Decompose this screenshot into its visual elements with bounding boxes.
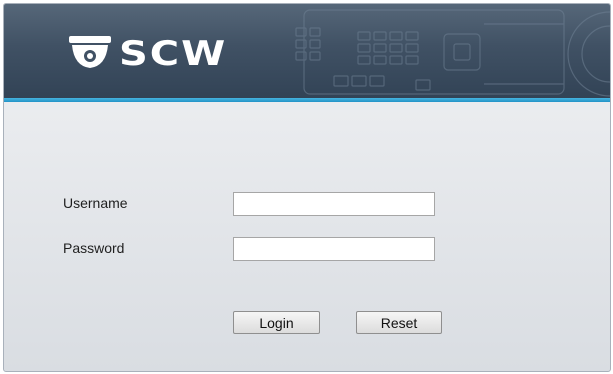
username-input[interactable] xyxy=(233,192,435,216)
login-window: SCW Username Password Login Reset xyxy=(3,3,611,372)
logo-text: SCW xyxy=(119,34,228,74)
password-input[interactable] xyxy=(233,237,435,261)
username-label: Username xyxy=(63,195,128,211)
reset-button[interactable]: Reset xyxy=(356,311,442,334)
header-banner: SCW xyxy=(4,4,610,98)
dome-camera-icon xyxy=(69,36,111,68)
login-button[interactable]: Login xyxy=(233,311,320,334)
password-label: Password xyxy=(63,240,125,256)
brand-logo: SCW xyxy=(69,34,227,74)
header-accent-line xyxy=(4,98,610,102)
